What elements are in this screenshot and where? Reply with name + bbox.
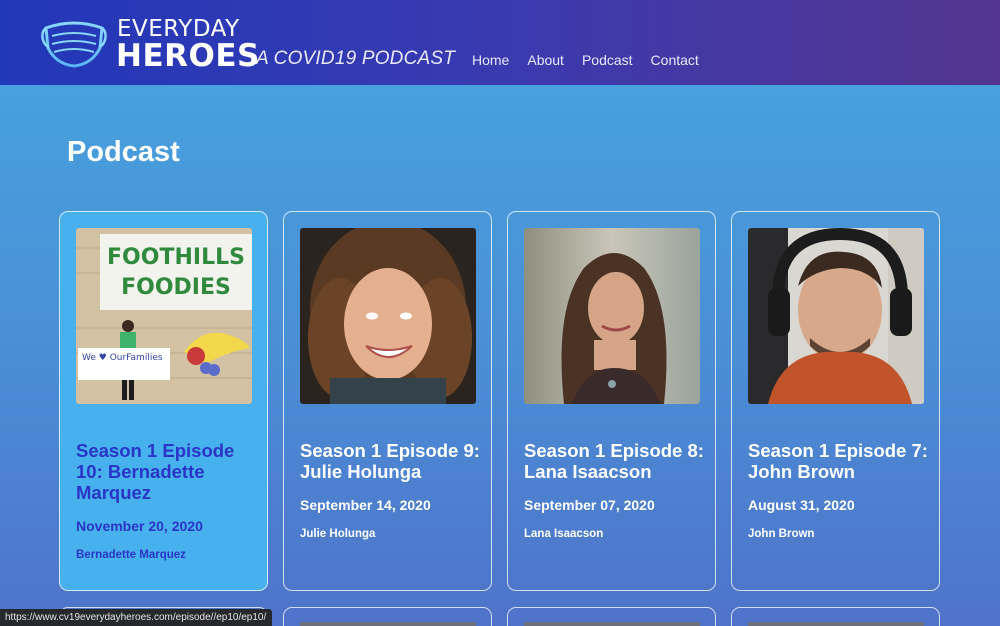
episode-thumbnail[interactable] xyxy=(300,228,476,404)
page-title: Podcast xyxy=(67,136,180,168)
episode-date: August 31, 2020 xyxy=(748,497,855,513)
julie-holunga-photo xyxy=(300,228,476,404)
episode-thumbnail[interactable]: FOOTHILLS FOODIES We ♥ OurFamilies xyxy=(76,228,252,404)
episode-card[interactable] xyxy=(507,607,716,626)
nav-home[interactable]: Home xyxy=(472,52,509,68)
episode-card[interactable] xyxy=(283,607,492,626)
browser-status-url: https://www.cv19everydayheroes.com/episo… xyxy=(0,609,272,626)
episode-guest: Julie Holunga xyxy=(300,528,376,540)
site-header: EVERYDAY HEROES A COVID19 PODCAST Home A… xyxy=(0,0,1000,85)
episode-guest: John Brown xyxy=(748,528,815,540)
episode-guest: Bernadette Marquez xyxy=(76,549,186,561)
episode-thumbnail[interactable] xyxy=(748,228,924,404)
main-nav: Home About Podcast Contact xyxy=(472,52,699,68)
sign-text: We ♥ OurFamilies xyxy=(82,353,163,363)
episode-card[interactable]: Season 1 Episode 8: Lana Isaacson Septem… xyxy=(507,211,716,591)
episode-thumbnail[interactable] xyxy=(524,622,700,626)
brand-line-bottom: HEROES xyxy=(116,38,260,74)
lana-isaacson-photo xyxy=(524,228,700,404)
episode-thumbnail[interactable] xyxy=(300,622,476,626)
banner-line2: FOODIES xyxy=(121,275,231,300)
episode-title[interactable]: Season 1 Episode 10: Bernadette Marquez xyxy=(76,440,256,503)
episode-card[interactable]: Season 1 Episode 9: Julie Holunga Septem… xyxy=(283,211,492,591)
episode-title[interactable]: Season 1 Episode 8: Lana Isaacson xyxy=(524,440,704,482)
episode-guest: Lana Isaacson xyxy=(524,528,604,540)
episode-title[interactable]: Season 1 Episode 9: Julie Holunga xyxy=(300,440,480,482)
john-brown-photo xyxy=(748,228,924,404)
episode-card[interactable] xyxy=(731,607,940,626)
episode-date: September 07, 2020 xyxy=(524,497,655,513)
episode-title[interactable]: Season 1 Episode 7: John Brown xyxy=(748,440,928,482)
foothills-foodies-photo: FOOTHILLS FOODIES We ♥ OurFamilies xyxy=(76,228,252,404)
nav-about[interactable]: About xyxy=(527,52,564,68)
site-logo[interactable]: EVERYDAY HEROES xyxy=(40,14,259,74)
face-mask-icon xyxy=(41,21,107,68)
episode-thumbnail[interactable] xyxy=(748,622,924,626)
episode-date: November 20, 2020 xyxy=(76,518,203,534)
nav-contact[interactable]: Contact xyxy=(651,52,699,68)
banner-line1: FOOTHILLS xyxy=(107,245,245,270)
site-tagline: A COVID19 PODCAST xyxy=(256,48,456,69)
episode-date: September 14, 2020 xyxy=(300,497,431,513)
episode-card[interactable]: Season 1 Episode 7: John Brown August 31… xyxy=(731,211,940,591)
nav-podcast[interactable]: Podcast xyxy=(582,52,633,68)
episode-thumbnail[interactable] xyxy=(524,228,700,404)
episode-card[interactable]: FOOTHILLS FOODIES We ♥ OurFamilies Seaso… xyxy=(59,211,268,591)
